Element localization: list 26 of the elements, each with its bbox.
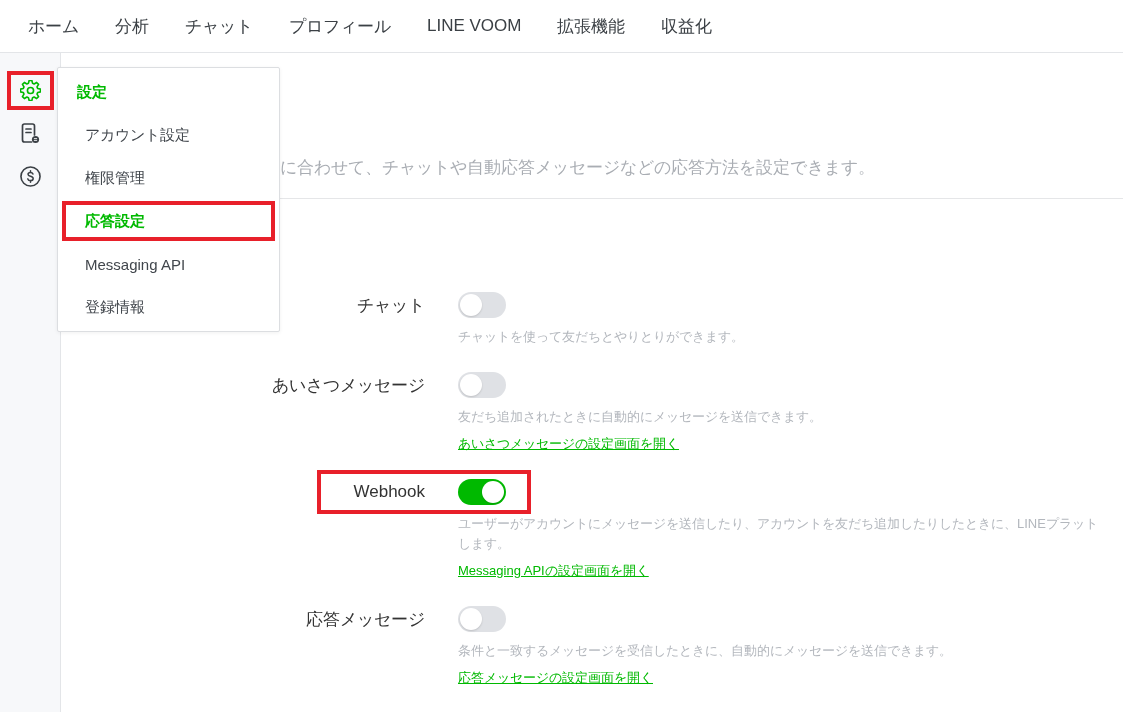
setting-label: チャット — [357, 294, 425, 317]
sidebar-item[interactable] — [7, 71, 54, 110]
nav-tab[interactable]: チャット — [185, 14, 253, 38]
nav-tab[interactable]: 拡張機能 — [557, 14, 626, 38]
menu-item[interactable]: 登録情報 — [62, 287, 275, 327]
menu-item[interactable]: Messaging API — [62, 244, 275, 284]
nav-tab[interactable]: 分析 — [115, 14, 149, 38]
nav-tab[interactable]: 収益化 — [661, 14, 713, 38]
toggle-switch[interactable] — [458, 606, 506, 632]
page-description: に合わせて、チャットや自動応答メッセージなどの応答方法を設定できます。 — [280, 157, 876, 178]
toggle-switch[interactable] — [458, 292, 506, 318]
toggle-switch[interactable] — [458, 372, 506, 398]
setting-label: 応答メッセージ — [306, 608, 425, 631]
setting-label: あいさつメッセージ — [272, 374, 425, 397]
menu-heading: 設定 — [77, 82, 107, 102]
setting-label: Webhook — [353, 482, 425, 502]
setting-description: 友だち追加されたときに自動的にメッセージを送信できます。 — [458, 408, 822, 426]
toggle-switch[interactable] — [458, 479, 506, 505]
menu-item[interactable]: 権限管理 — [62, 158, 275, 198]
setting-description: チャットを使って友だちとやりとりができます。 — [458, 328, 744, 346]
setting-description: ユーザーがアカウントにメッセージを送信したり、アカウントを友だち追加したりしたときに、LINEプラット — [458, 515, 1098, 533]
nav-tab[interactable]: ホーム — [28, 14, 79, 38]
setting-description: します。 — [458, 535, 510, 553]
nav-tab[interactable]: プロフィール — [289, 14, 391, 38]
nav-tab[interactable]: LINE VOOM — [427, 16, 522, 36]
menu-item[interactable]: アカウント設定 — [62, 115, 275, 155]
